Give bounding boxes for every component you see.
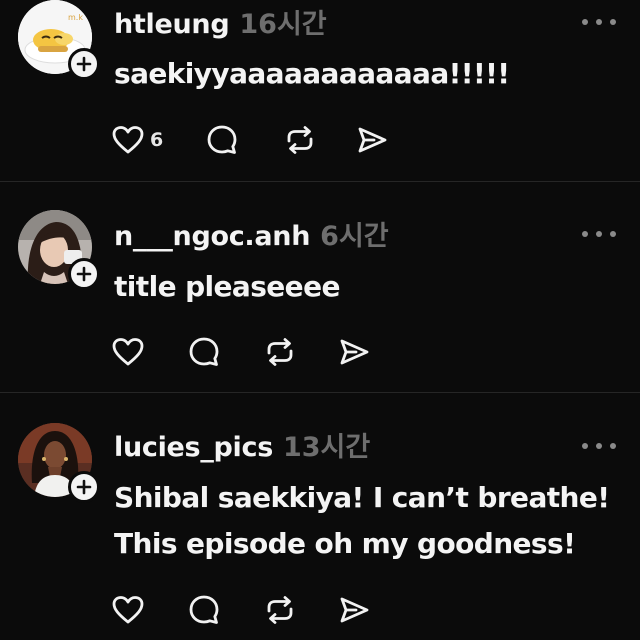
post-text: Shibal saekkiya! I can’t breathe! This e… [114,475,614,567]
post-1-header: htleung 16시간 [114,2,327,41]
post-1-avatar-wrap[interactable]: m.k [18,0,100,80]
send-icon [340,597,369,623]
like-count: 6 [150,129,164,151]
comment-bubble-icon [189,337,219,366]
more-dots-icon[interactable] [582,228,616,240]
reply-button[interactable] [206,120,238,160]
timestamp: 6시간 [320,221,389,252]
post-1-actions: 6 [112,120,412,160]
more-dots-icon[interactable] [582,440,616,452]
repost-button[interactable] [264,590,296,630]
username[interactable]: htleung [114,9,230,40]
timestamp: 13시간 [282,432,371,463]
comment-bubble-icon [189,595,219,624]
username[interactable]: lucies_pics [114,432,273,463]
post-text-line: saekiyyaaaaaaaaaaaa!!!!! [114,57,510,90]
send-icon [340,339,369,365]
share-button[interactable] [338,590,370,630]
post-text-line: This episode oh my goodness! [114,527,576,560]
heart-icon [112,596,144,624]
post-3: lucies_pics 13시간 Shibal saekkiya! I can’… [0,393,640,640]
more-dots-icon[interactable] [582,16,616,28]
reply-button[interactable] [188,332,220,372]
repost-button[interactable] [264,332,296,372]
repost-icon [267,338,293,366]
timestamp: 16시간 [239,9,327,40]
follow-plus-icon[interactable] [68,48,100,80]
post-text-line: title pleaseeee [114,270,340,303]
post-1: m.k htleung 16시간 saekiyyaaaaaaaaaaaa!!!!… [0,0,640,180]
post-text: saekiyyaaaaaaaaaaaa!!!!! [114,51,614,97]
share-button[interactable] [356,120,388,160]
post-text: title pleaseeee [114,264,614,310]
username[interactable]: n___ngoc.anh [114,221,310,252]
post-2-avatar-wrap[interactable] [18,210,100,290]
post-2: n___ngoc.anh 6시간 title pleaseeee [0,182,640,392]
send-icon [358,127,387,153]
reply-button[interactable] [188,590,220,630]
post-2-header: n___ngoc.anh 6시간 [114,214,389,253]
like-button[interactable] [112,332,144,372]
like-button[interactable] [112,590,144,630]
follow-plus-icon[interactable] [68,258,100,290]
follow-plus-icon[interactable] [68,471,100,503]
like-button[interactable]: 6 [112,120,163,160]
svg-text:m.k: m.k [68,13,83,22]
heart-icon [112,338,144,366]
share-button[interactable] [338,332,370,372]
repost-icon [267,596,293,624]
post-text-line: Shibal saekkiya! I can’t breathe! [114,481,610,514]
post-2-actions [112,332,392,372]
post-3-actions [112,590,392,630]
repost-button[interactable] [284,120,316,160]
heart-icon [112,126,144,154]
post-3-header: lucies_pics 13시간 [114,425,370,464]
post-3-avatar-wrap[interactable] [18,423,100,503]
comment-bubble-icon [207,125,237,154]
repost-icon [287,126,313,154]
